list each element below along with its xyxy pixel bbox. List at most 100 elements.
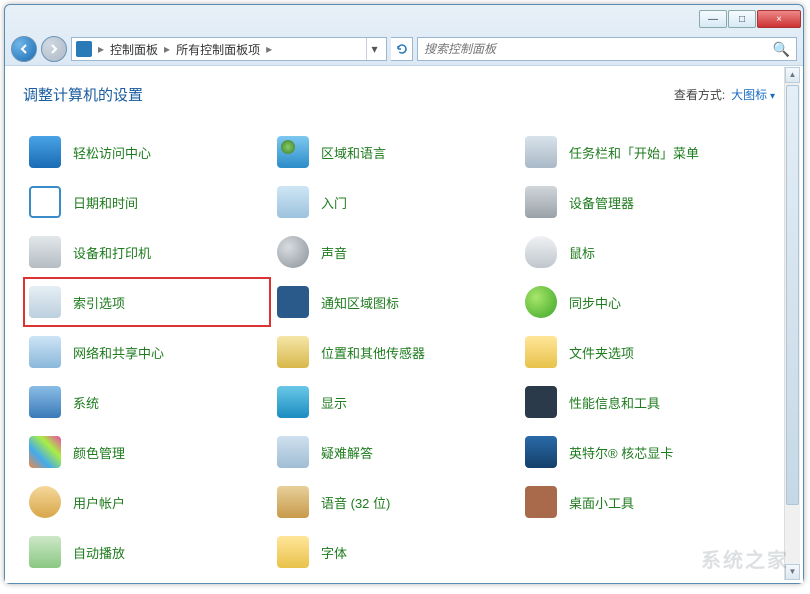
control-panel-item[interactable]: 日期和时间 (23, 177, 271, 227)
item-label: 索引选项 (73, 293, 125, 312)
view-by-dropdown[interactable]: 大图标 (731, 86, 775, 103)
item-label: 通知区域图标 (321, 293, 399, 312)
scroll-thumb[interactable] (786, 85, 799, 505)
item-label: 区域和语言 (321, 143, 386, 162)
display-icon (277, 386, 309, 418)
control-panel-item[interactable]: 索引选项 (23, 277, 271, 327)
start-icon (277, 186, 309, 218)
control-panel-item[interactable]: 设备和打印机 (23, 227, 271, 277)
network-icon (29, 336, 61, 368)
control-panel-item[interactable]: 任务栏和「开始」菜单 (519, 127, 767, 177)
control-panel-item[interactable]: 同步中心 (519, 277, 767, 327)
control-panel-item[interactable]: 区域和语言 (271, 127, 519, 177)
control-panel-item[interactable]: 通知区域图标 (271, 277, 519, 327)
breadcrumb-separator: ▸ (96, 42, 106, 56)
search-icon: 🔍 (773, 41, 790, 58)
item-label: 设备和打印机 (73, 243, 151, 262)
control-panel-item[interactable]: 自动播放 (23, 527, 271, 577)
titlebar: — □ × (5, 5, 803, 33)
control-panel-item[interactable]: 字体 (271, 527, 519, 577)
control-panel-item[interactable]: 系统 (23, 377, 271, 427)
item-label: 字体 (321, 543, 347, 562)
forward-button[interactable] (41, 36, 67, 62)
item-label: 桌面小工具 (569, 493, 634, 512)
devmgr-icon (525, 186, 557, 218)
item-label: 日期和时间 (73, 193, 138, 212)
item-label: 任务栏和「开始」菜单 (569, 143, 699, 162)
control-panel-item[interactable]: 用户帐户 (23, 477, 271, 527)
printer-icon (29, 236, 61, 268)
perf-icon (525, 386, 557, 418)
item-label: 语音 (32 位) (321, 493, 390, 512)
control-panel-icon (76, 41, 92, 57)
gadget-icon (525, 486, 557, 518)
breadcrumb-current[interactable]: 所有控制面板项 (176, 41, 260, 58)
item-label: 网络和共享中心 (73, 343, 164, 362)
item-label: 设备管理器 (569, 193, 634, 212)
control-panel-item[interactable]: 英特尔® 核芯显卡 (519, 427, 767, 477)
item-label: 文件夹选项 (569, 343, 634, 362)
item-label: 英特尔® 核芯显卡 (569, 443, 673, 462)
mouse-icon (525, 236, 557, 268)
date-icon (29, 186, 61, 218)
refresh-button[interactable] (391, 37, 413, 61)
color-icon (29, 436, 61, 468)
sync-icon (525, 286, 557, 318)
system-icon (29, 386, 61, 418)
control-panel-item[interactable]: 鼠标 (519, 227, 767, 277)
control-panel-item[interactable]: 位置和其他传感器 (271, 327, 519, 377)
sound-icon (277, 236, 309, 268)
user-icon (29, 486, 61, 518)
close-button[interactable]: × (757, 10, 801, 28)
item-label: 疑难解答 (321, 443, 373, 462)
content-area: 调整计算机的设置 查看方式: 大图标 轻松访问中心区域和语言任务栏和「开始」菜单… (5, 65, 803, 583)
item-label: 同步中心 (569, 293, 621, 312)
item-label: 入门 (321, 193, 347, 212)
control-panel-item[interactable]: 性能信息和工具 (519, 377, 767, 427)
item-label: 颜色管理 (73, 443, 125, 462)
region-icon (277, 136, 309, 168)
search-box[interactable]: 🔍 (417, 37, 797, 61)
control-panel-item[interactable]: 轻松访问中心 (23, 127, 271, 177)
page-title: 调整计算机的设置 (23, 84, 143, 105)
items-grid: 轻松访问中心 区域和语言 任务栏和「开始」菜单日期和时间 入门 设备管理器设备和打印机 声… (23, 127, 803, 577)
item-label: 性能信息和工具 (569, 393, 660, 412)
ease-icon (29, 136, 61, 168)
breadcrumb-separator: ▸ (162, 42, 172, 56)
font-icon (277, 536, 309, 568)
address-dropdown[interactable]: ▾ (366, 38, 382, 60)
control-panel-item[interactable]: 声音 (271, 227, 519, 277)
trouble-icon (277, 436, 309, 468)
maximize-button[interactable]: □ (728, 10, 756, 28)
item-label: 声音 (321, 243, 347, 262)
search-input[interactable] (424, 42, 773, 56)
taskbar-icon (525, 136, 557, 168)
notify-icon (277, 286, 309, 318)
item-label: 显示 (321, 393, 347, 412)
vertical-scrollbar[interactable]: ▲ ▼ (784, 67, 800, 580)
control-panel-item[interactable]: 网络和共享中心 (23, 327, 271, 377)
address-bar[interactable]: ▸ 控制面板 ▸ 所有控制面板项 ▸ ▾ (71, 37, 387, 61)
control-panel-item[interactable]: 桌面小工具 (519, 477, 767, 527)
control-panel-item[interactable]: 入门 (271, 177, 519, 227)
control-panel-item[interactable]: 语音 (32 位) (271, 477, 519, 527)
control-panel-item[interactable]: 显示 (271, 377, 519, 427)
intel-icon (525, 436, 557, 468)
autoplay-icon (29, 536, 61, 568)
item-label: 鼠标 (569, 243, 595, 262)
control-panel-item[interactable]: 设备管理器 (519, 177, 767, 227)
control-panel-item[interactable]: 文件夹选项 (519, 327, 767, 377)
item-label: 自动播放 (73, 543, 125, 562)
item-label: 系统 (73, 393, 99, 412)
back-button[interactable] (11, 36, 37, 62)
control-panel-item[interactable]: 疑难解答 (271, 427, 519, 477)
control-panel-item[interactable]: 颜色管理 (23, 427, 271, 477)
scroll-down-button[interactable]: ▼ (785, 564, 800, 580)
breadcrumb-root[interactable]: 控制面板 (110, 41, 158, 58)
item-label: 位置和其他传感器 (321, 343, 425, 362)
folder-icon (525, 336, 557, 368)
speech-icon (277, 486, 309, 518)
minimize-button[interactable]: — (699, 10, 727, 28)
control-panel-window: — □ × ▸ 控制面板 ▸ 所有控制面板项 ▸ ▾ 🔍 调整计算机的设置 (4, 4, 804, 584)
scroll-up-button[interactable]: ▲ (785, 67, 800, 83)
